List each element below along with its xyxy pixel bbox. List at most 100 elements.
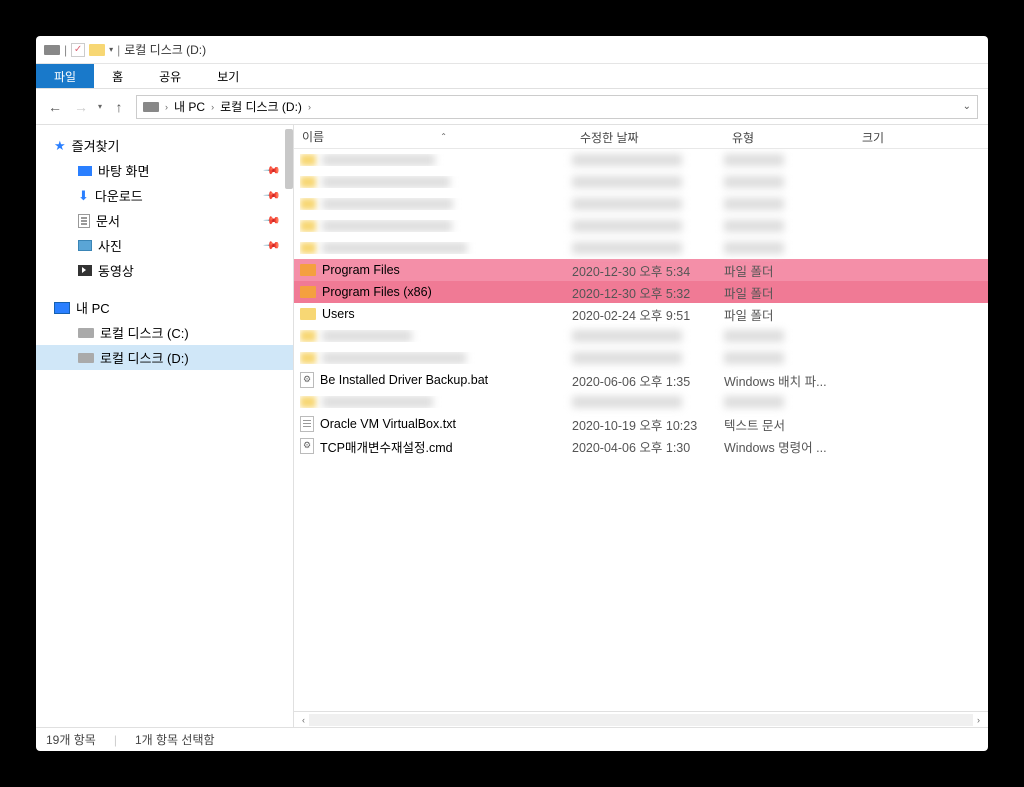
batch-file-icon (300, 438, 314, 454)
file-name: Program Files (x86) (322, 285, 432, 299)
column-size[interactable]: 크기 (854, 125, 988, 148)
drive-icon (78, 328, 94, 338)
scroll-track[interactable] (309, 714, 973, 726)
file-name: TCP매개변수재설정.cmd (320, 437, 453, 456)
pin-icon: 📌 (263, 186, 282, 205)
video-icon (78, 265, 92, 276)
scroll-left-icon[interactable]: ‹ (298, 715, 309, 725)
file-row[interactable]: Oracle VM VirtualBox.txt 2020-10-19 오후 10… (294, 413, 988, 435)
cell-date: 2020-06-06 오후 1:35 (572, 371, 724, 390)
chevron-right-icon[interactable]: › (165, 102, 168, 112)
file-name: Program Files (322, 263, 400, 277)
redacted-text (724, 154, 784, 166)
sidebar-drive-c[interactable]: 로컬 디스크 (C:) (36, 320, 293, 345)
picture-icon (78, 240, 92, 251)
redacted-text (724, 176, 784, 188)
sidebar-item-label: 로컬 디스크 (D:) (100, 348, 189, 367)
column-type[interactable]: 유형 (724, 125, 854, 148)
sidebar-desktop[interactable]: 바탕 화면 📌 (36, 158, 293, 183)
scroll-right-icon[interactable]: › (973, 715, 984, 725)
forward-button[interactable]: → (72, 99, 90, 115)
folder-icon (300, 154, 316, 166)
menu-home[interactable]: 홈 (94, 64, 141, 88)
file-row[interactable] (294, 347, 988, 369)
file-row[interactable] (294, 193, 988, 215)
redacted-text (322, 198, 453, 210)
file-row[interactable] (294, 237, 988, 259)
redacted-text (322, 154, 435, 166)
history-dropdown-icon[interactable]: ▾ (98, 102, 102, 111)
redacted-text (724, 220, 784, 232)
cell-type: 텍스트 문서 (724, 415, 854, 434)
sidebar-item-label: 로컬 디스크 (C:) (100, 323, 189, 342)
chevron-right-icon[interactable]: › (308, 102, 311, 112)
folder-icon (300, 352, 316, 364)
sidebar-documents[interactable]: 문서 📌 (36, 208, 293, 233)
cell-name: TCP매개변수재설정.cmd (300, 437, 572, 456)
breadcrumb-drive[interactable]: 로컬 디스크 (D:) (220, 98, 302, 115)
file-row[interactable] (294, 171, 988, 193)
chevron-right-icon[interactable]: › (211, 102, 214, 112)
sidebar-item-label: 동영상 (98, 261, 134, 280)
folder-icon (300, 308, 316, 320)
file-row[interactable] (294, 391, 988, 413)
redacted-text (572, 396, 682, 408)
menu-share[interactable]: 공유 (141, 64, 199, 88)
column-name[interactable]: 이름 ⌃ (294, 125, 572, 148)
sidebar-item-label: 내 PC (76, 298, 110, 317)
sidebar: ★ 즐겨찾기 바탕 화면 📌 ⬇ 다운로드 📌 문서 📌 (36, 125, 294, 727)
breadcrumb-pc[interactable]: 내 PC (174, 98, 205, 115)
folder-icon (300, 264, 316, 276)
file-row[interactable]: Users2020-02-24 오후 9:51파일 폴더 (294, 303, 988, 325)
sidebar-thispc[interactable]: 내 PC (36, 295, 293, 320)
file-row[interactable] (294, 325, 988, 347)
file-name: Oracle VM VirtualBox.txt (320, 417, 456, 431)
cell-name: Oracle VM VirtualBox.txt (300, 416, 572, 432)
sidebar-item-label: 사진 (98, 236, 122, 255)
body-area: ★ 즐겨찾기 바탕 화면 📌 ⬇ 다운로드 📌 문서 📌 (36, 125, 988, 727)
cell-date: 2020-10-19 오후 10:23 (572, 415, 724, 434)
folder-icon (300, 220, 316, 232)
folder-icon (300, 286, 316, 298)
tablet-scroll-indicator (993, 280, 996, 450)
cell-date: 2020-04-06 오후 1:30 (572, 437, 724, 456)
cell-type: 파일 폴더 (724, 283, 854, 302)
sidebar-item-label: 즐겨찾기 (72, 136, 120, 155)
sidebar-drive-d[interactable]: 로컬 디스크 (D:) (36, 345, 293, 370)
menu-file[interactable]: 파일 (36, 64, 94, 88)
redacted-text (322, 330, 412, 342)
breadcrumb-dropdown-icon[interactable]: ⌄ (963, 101, 971, 112)
cell-type: 파일 폴더 (724, 261, 854, 280)
sidebar-pictures[interactable]: 사진 📌 (36, 233, 293, 258)
up-button[interactable]: ↑ (110, 99, 128, 115)
cell-name: Program Files (300, 263, 572, 277)
check-icon[interactable]: ✓ (71, 43, 85, 57)
column-date[interactable]: 수정한 날짜 (572, 125, 724, 148)
folder-icon (89, 44, 105, 56)
file-row[interactable]: Program Files2020-12-30 오후 5:34파일 폴더 (294, 259, 988, 281)
sidebar-videos[interactable]: 동영상 (36, 258, 293, 283)
file-row[interactable] (294, 149, 988, 171)
folder-icon (300, 242, 316, 254)
file-row[interactable] (294, 215, 988, 237)
redacted-text (724, 330, 784, 342)
breadcrumb[interactable]: › 내 PC › 로컬 디스크 (D:) › ⌄ (136, 95, 978, 119)
file-list[interactable]: Program Files2020-12-30 오후 5:34파일 폴더Prog… (294, 149, 988, 711)
folder-icon (300, 330, 316, 342)
batch-file-icon (300, 372, 314, 388)
back-button[interactable]: ← (46, 99, 64, 115)
sidebar-quickaccess[interactable]: ★ 즐겨찾기 (36, 133, 293, 158)
qat-dropdown-icon[interactable]: ▾ (109, 45, 113, 54)
sidebar-item-label: 문서 (96, 211, 120, 230)
file-name: Be Installed Driver Backup.bat (320, 373, 488, 387)
file-row[interactable]: Program Files (x86)2020-12-30 오후 5:32파일 … (294, 281, 988, 303)
file-row[interactable]: Be Installed Driver Backup.bat 2020-06-06… (294, 369, 988, 391)
folder-icon (300, 198, 316, 210)
menu-bar: 파일 홈 공유 보기 (36, 64, 988, 89)
sidebar-downloads[interactable]: ⬇ 다운로드 📌 (36, 183, 293, 208)
menu-view[interactable]: 보기 (199, 64, 257, 88)
file-row[interactable]: TCP매개변수재설정.cmd2020-04-06 오후 1:30Windows … (294, 435, 988, 457)
file-name: Users (322, 307, 355, 321)
horizontal-scrollbar[interactable]: ‹ › (294, 711, 988, 727)
redacted-text (724, 352, 784, 364)
